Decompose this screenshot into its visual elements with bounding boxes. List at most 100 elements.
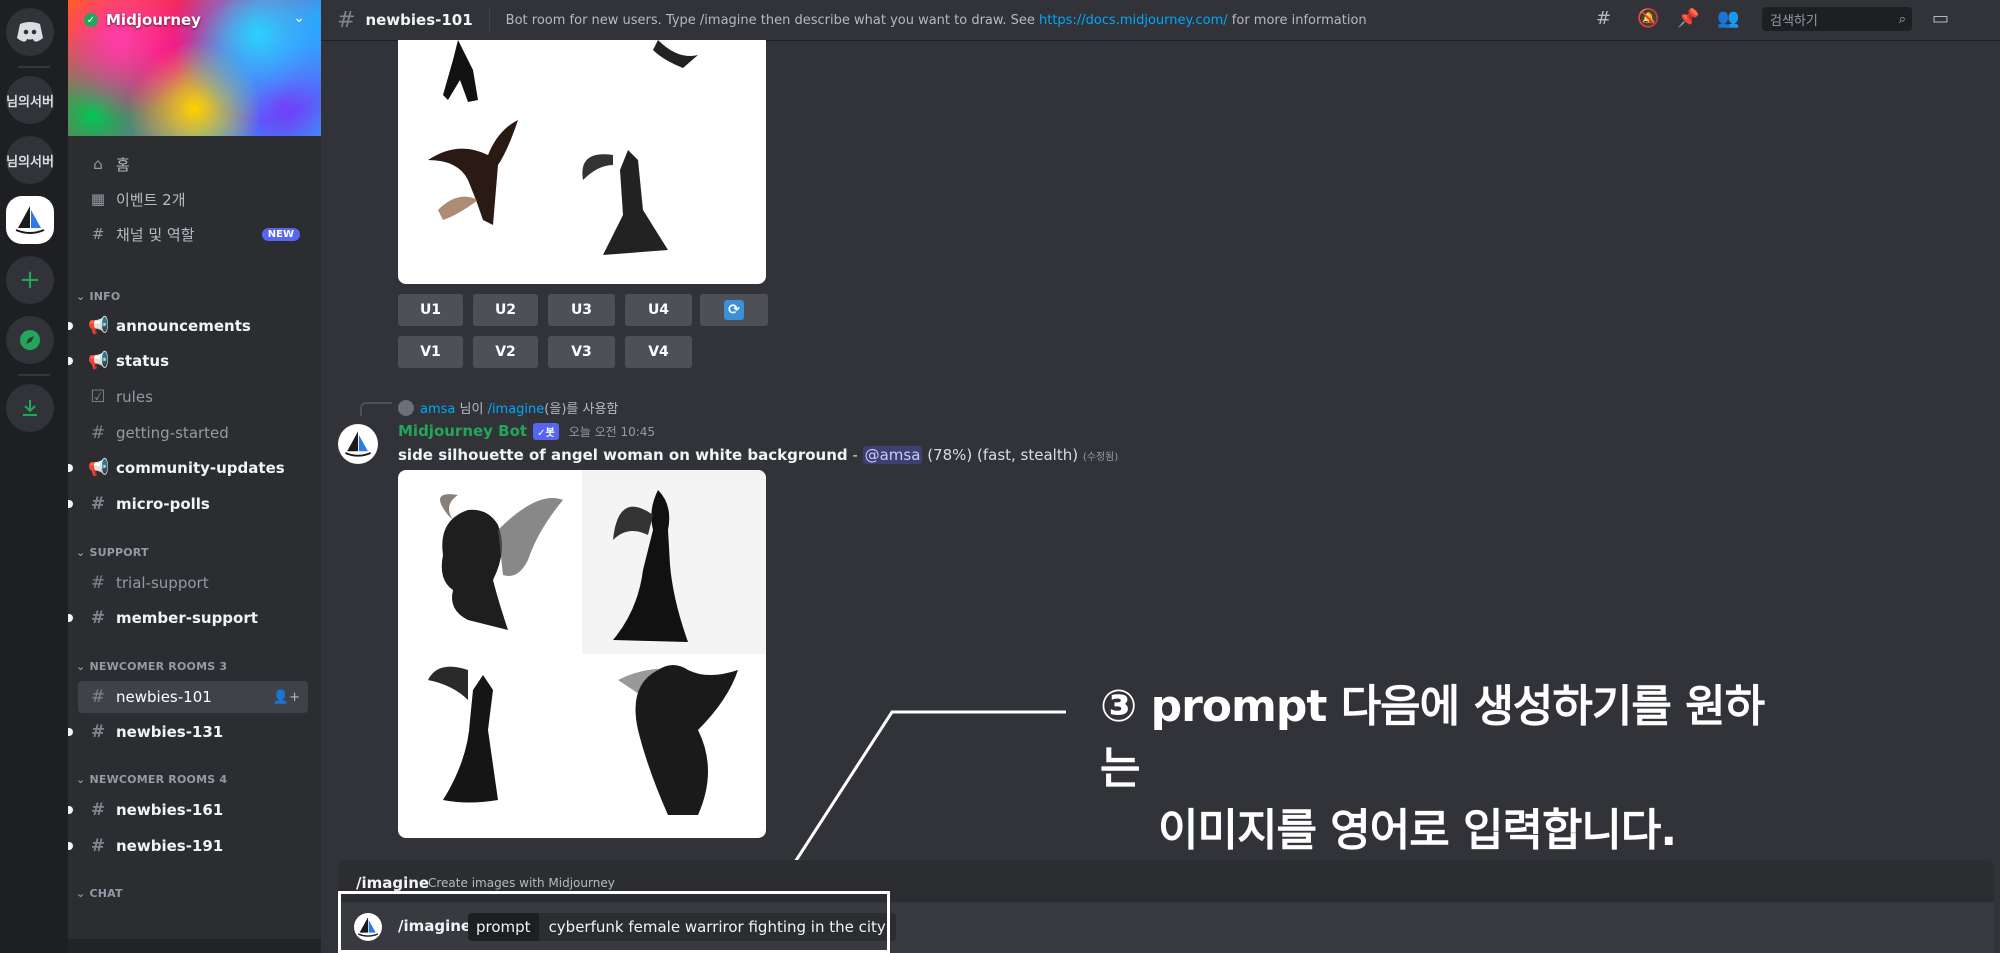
topic-link[interactable]: https://docs.midjourney.com/: [1039, 13, 1228, 28]
add-server-label: +: [19, 265, 41, 295]
add-member-icon[interactable]: 👤+: [273, 690, 300, 705]
search-input[interactable]: 검색하기 ⌕: [1762, 7, 1912, 31]
megaphone-icon: 📢: [88, 458, 110, 478]
unread-indicator: [68, 464, 73, 472]
server-name: Midjourney: [106, 11, 201, 29]
author-name[interactable]: Midjourney Bot: [398, 422, 527, 440]
threads-icon[interactable]: #: [1596, 8, 1611, 29]
angel-silhouettes-image: [428, 470, 766, 815]
message-header: Midjourney Bot ✓봇 오늘 오전 10:45: [398, 422, 655, 440]
download-apps-icon[interactable]: [6, 384, 54, 432]
nav-channels-roles[interactable]: # 채널 및 역할 NEW: [78, 218, 308, 250]
discord-home-icon[interactable]: [6, 8, 54, 56]
previous-image-grid[interactable]: [398, 40, 766, 284]
prompt-text: side silhouette of angel woman on white …: [398, 446, 848, 464]
chevron-down-icon: ⌄: [293, 10, 305, 26]
channel-micro-polls[interactable]: # micro-polls: [68, 488, 308, 520]
megaphone-icon: 📢: [88, 316, 110, 336]
upscale-button-3[interactable]: U3: [548, 294, 615, 326]
bot-avatar[interactable]: [338, 424, 378, 464]
generated-image-grid[interactable]: [398, 470, 766, 838]
message-content: side silhouette of angel woman on white …: [398, 446, 1118, 464]
server-header[interactable]: ✓ Midjourney ⌄: [68, 0, 321, 40]
channel-title: newbies-101: [365, 11, 473, 29]
channel-community-updates[interactable]: 📢 community-updates: [68, 452, 308, 484]
add-server-icon[interactable]: +: [6, 256, 54, 304]
channel-announcements[interactable]: 📢 announcements: [68, 310, 308, 342]
thread-hash-icon: #: [90, 800, 106, 820]
inbox-icon[interactable]: ▭: [1932, 8, 1949, 29]
reroll-button[interactable]: ⟳: [700, 294, 768, 326]
thread-hash-icon: #: [90, 722, 106, 742]
hash-icon: #: [90, 423, 106, 443]
nav-home[interactable]: ⌂ 홈: [78, 148, 308, 180]
generation-status: (78%) (fast, stealth): [922, 446, 1083, 464]
nav-label: 이벤트 2개: [116, 190, 186, 209]
channel-newbies-191[interactable]: # newbies-191: [68, 830, 308, 862]
channel-rules[interactable]: ☑ rules: [78, 381, 308, 413]
home-icon: ⌂: [93, 155, 103, 173]
variation-button-1[interactable]: V1: [398, 336, 463, 368]
separator-text: -: [847, 446, 863, 464]
server-label: 님의서버: [6, 94, 54, 110]
category-support[interactable]: ⌄ SUPPORT: [76, 546, 149, 559]
channel-label: member-support: [116, 609, 258, 627]
server-icon-2[interactable]: 님의서버: [6, 136, 54, 184]
channel-newbies-131[interactable]: # newbies-131: [68, 716, 308, 748]
category-label: CHAT: [89, 887, 123, 900]
unread-indicator: [68, 806, 73, 814]
mute-bell-icon[interactable]: 🔕: [1637, 8, 1659, 29]
avatar[interactable]: [398, 399, 414, 416]
upscale-button-2[interactable]: U2: [473, 294, 538, 326]
channel-member-support[interactable]: # member-support: [68, 602, 308, 634]
server-label: 님의서버: [6, 154, 54, 170]
channel-getting-started[interactable]: # getting-started: [78, 417, 308, 449]
reply-command[interactable]: /imagine: [488, 402, 545, 417]
annotation-pointer: [781, 710, 1066, 880]
channel-trial-support[interactable]: # trial-support: [78, 567, 308, 599]
user-mention[interactable]: @amsa: [862, 446, 923, 464]
channel-label: community-updates: [116, 459, 285, 477]
variation-button-3[interactable]: V3: [548, 336, 615, 368]
channel-newbies-161[interactable]: # newbies-161: [68, 794, 308, 826]
channel-sidebar: ✓ Midjourney ⌄ ⌂ 홈 ▦ 이벤트 2개 # 채널 및 역할 NE…: [68, 0, 321, 953]
user-panel: [68, 939, 321, 953]
reply-username[interactable]: amsa: [420, 402, 455, 417]
unread-indicator: [68, 614, 73, 622]
variation-button-4[interactable]: V4: [625, 336, 692, 368]
channel-label: status: [116, 352, 169, 370]
topic-text: for more information: [1227, 12, 1367, 28]
variation-button-2[interactable]: V2: [473, 336, 538, 368]
edited-label: (수정됨): [1082, 452, 1119, 463]
verified-icon: ✓: [84, 13, 98, 27]
category-newcomer-rooms-4[interactable]: ⌄ NEWCOMER ROOMS 4: [76, 773, 227, 786]
thread-hash-icon: #: [337, 7, 356, 33]
nav-events[interactable]: ▦ 이벤트 2개: [78, 183, 308, 215]
channel-topic: Bot room for new users. Type /imagine th…: [506, 13, 1367, 28]
annotation-line-2: 이미지를 영어로 입력합니다.: [1158, 805, 1677, 856]
pin-icon[interactable]: 📌: [1677, 8, 1699, 29]
members-icon[interactable]: 👥: [1717, 8, 1739, 29]
upscale-button-4[interactable]: U4: [625, 294, 692, 326]
annotation-text: ③ prompt 다음에 생성하기를 원하는 이미지를 영어로 입력합니다.: [1100, 676, 1800, 862]
channel-label: getting-started: [116, 424, 229, 442]
category-chat[interactable]: ⌄ CHAT: [76, 887, 123, 900]
category-newcomer-rooms-3[interactable]: ⌄ NEWCOMER ROOMS 3: [76, 660, 227, 673]
command-usage-line: amsa 님이 /imagine(을)를 사용함: [398, 398, 618, 417]
category-info[interactable]: ⌄ INFO: [76, 290, 120, 303]
message-timestamp: 오늘 오전 10:45: [568, 424, 656, 439]
category-label: INFO: [89, 290, 121, 303]
hash-icon: #: [90, 608, 106, 628]
server-icon-1[interactable]: 님의서버: [6, 76, 54, 124]
upscale-button-1[interactable]: U1: [398, 294, 463, 326]
midjourney-boat-icon: [345, 431, 371, 457]
bot-badge: ✓봇: [533, 422, 559, 440]
channel-status[interactable]: 📢 status: [68, 345, 308, 377]
category-label: SUPPORT: [89, 546, 149, 559]
channel-label: newbies-191: [116, 837, 224, 855]
unread-indicator: [68, 500, 73, 508]
midjourney-server-icon[interactable]: [6, 196, 54, 244]
explore-compass-icon[interactable]: [6, 316, 54, 364]
reroll-icon: ⟳: [724, 300, 744, 320]
channel-newbies-101[interactable]: # newbies-101 👤+: [78, 681, 308, 713]
